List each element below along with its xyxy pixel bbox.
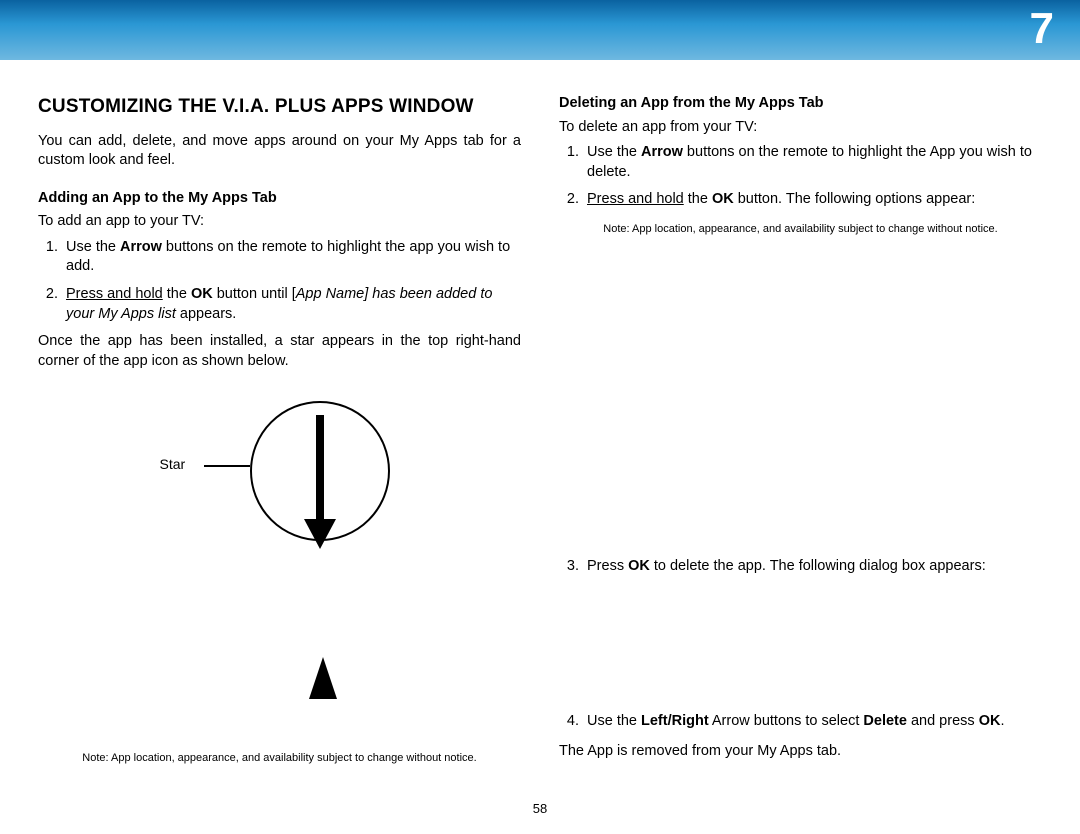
chapter-header-bar: 7 bbox=[0, 0, 1080, 60]
ok-bold: OK bbox=[979, 713, 1001, 729]
deleting-subheading: Deleting an App from the My Apps Tab bbox=[559, 94, 1042, 114]
star-label: Star bbox=[160, 455, 186, 474]
deleting-step-1: Use the Arrow buttons on the remote to h… bbox=[583, 143, 1042, 182]
deleting-step-3: Press OK to delete the app. The followin… bbox=[583, 557, 1042, 577]
section-heading: CUSTOMIZING THE V.I.A. PLUS APPS WINDOW bbox=[38, 94, 521, 120]
text: to delete the app. The following dialog … bbox=[650, 558, 986, 574]
right-note: Note: App location, appearance, and avai… bbox=[559, 222, 1042, 237]
text: button. The following options appear: bbox=[734, 191, 976, 207]
star-diagram: Star bbox=[100, 391, 460, 731]
deleting-steps-list-3: Use the Left/Right Arrow buttons to sele… bbox=[559, 712, 1042, 732]
arrow-head bbox=[304, 519, 336, 549]
text: and press bbox=[907, 713, 979, 729]
text: button until [ bbox=[213, 286, 296, 302]
press-hold-underline: Press and hold bbox=[66, 286, 163, 302]
arrow-bold: Arrow bbox=[641, 144, 683, 160]
chapter-number: 7 bbox=[1030, 4, 1054, 54]
left-note: Note: App location, appearance, and avai… bbox=[38, 751, 521, 766]
press-hold-underline: Press and hold bbox=[587, 191, 684, 207]
right-column: Deleting an App from the My Apps Tab To … bbox=[559, 94, 1042, 767]
left-column: CUSTOMIZING THE V.I.A. PLUS APPS WINDOW … bbox=[38, 94, 521, 767]
arrow-shaft bbox=[316, 415, 324, 523]
deleting-steps-list-1: Use the Arrow buttons on the remote to h… bbox=[559, 143, 1042, 210]
ok-bold: OK bbox=[712, 191, 734, 207]
text: Use the bbox=[66, 239, 120, 255]
adding-step-2: Press and hold the OK button until [App … bbox=[62, 285, 521, 324]
text: Arrow buttons to select bbox=[709, 713, 864, 729]
text: . bbox=[1000, 713, 1004, 729]
page-number: 58 bbox=[0, 801, 1080, 816]
deleting-steps-list-2: Press OK to delete the app. The followin… bbox=[559, 557, 1042, 577]
manual-page: 7 CUSTOMIZING THE V.I.A. PLUS APPS WINDO… bbox=[0, 0, 1080, 834]
adding-intro: To add an app to your TV: bbox=[38, 212, 521, 232]
text: Use the bbox=[587, 144, 641, 160]
text: the bbox=[163, 286, 191, 302]
adding-steps-list: Use the Arrow buttons on the remote to h… bbox=[38, 238, 521, 324]
deleting-intro: To delete an app from your TV: bbox=[559, 118, 1042, 138]
two-column-content: CUSTOMIZING THE V.I.A. PLUS APPS WINDOW … bbox=[0, 60, 1080, 767]
leader-line bbox=[204, 465, 250, 467]
ok-bold: OK bbox=[191, 286, 213, 302]
text: Use the bbox=[587, 713, 641, 729]
deleting-step-4: Use the Left/Right Arrow buttons to sele… bbox=[583, 712, 1042, 732]
text: Press bbox=[587, 558, 628, 574]
arrow-down-icon bbox=[306, 415, 334, 551]
text: the bbox=[684, 191, 712, 207]
installed-paragraph: Once the app has been installed, a star … bbox=[38, 332, 521, 371]
delete-bold: Delete bbox=[863, 713, 907, 729]
adding-subheading: Adding an App to the My Apps Tab bbox=[38, 189, 521, 209]
text: appears. bbox=[176, 306, 236, 322]
removed-paragraph: The App is removed from your My Apps tab… bbox=[559, 742, 1042, 762]
left-right-bold: Left/Right bbox=[641, 713, 709, 729]
ok-bold: OK bbox=[628, 558, 650, 574]
adding-step-1: Use the Arrow buttons on the remote to h… bbox=[62, 238, 521, 277]
deleting-step-2: Press and hold the OK button. The follow… bbox=[583, 190, 1042, 210]
intro-paragraph: You can add, delete, and move apps aroun… bbox=[38, 132, 521, 171]
arrow-up-icon bbox=[309, 657, 337, 699]
arrow-bold: Arrow bbox=[120, 239, 162, 255]
